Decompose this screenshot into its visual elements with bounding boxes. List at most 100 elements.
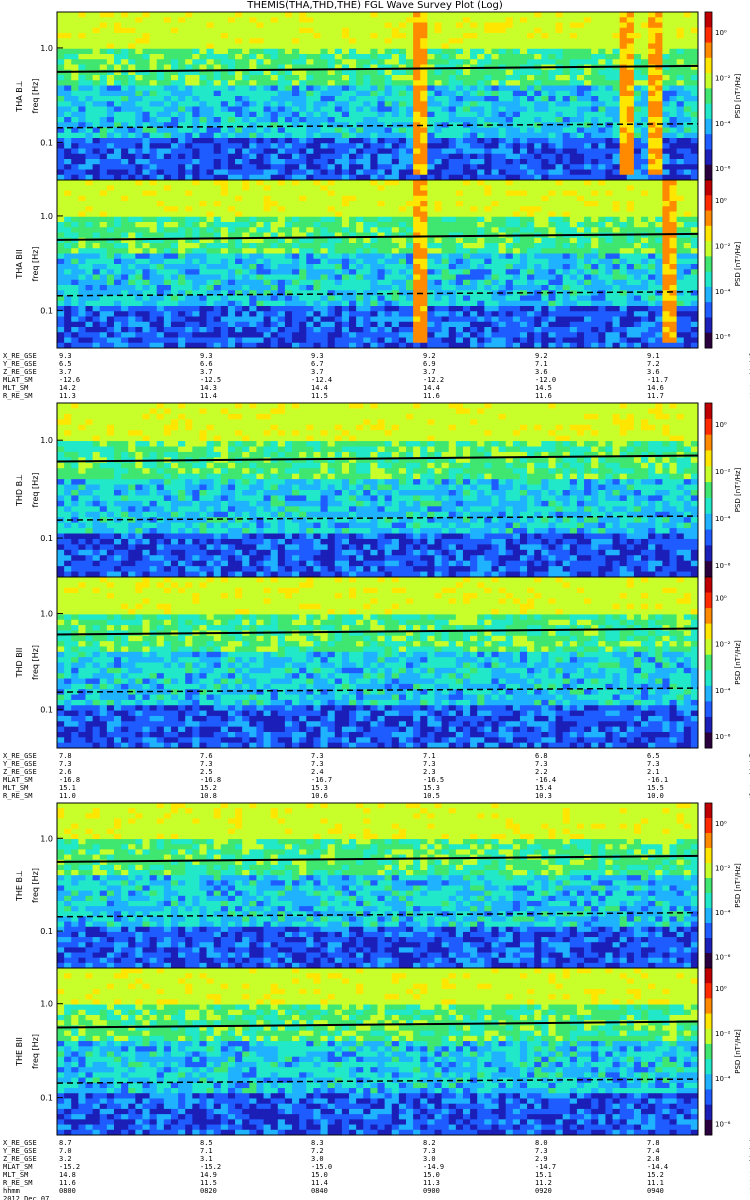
spectrogram-cell (78, 54, 86, 60)
spectrogram-cell (92, 232, 101, 239)
spectrogram-cell (220, 90, 229, 97)
spectrogram-cell (313, 143, 321, 149)
spectrogram-cell (505, 143, 514, 149)
spectrogram-cell (292, 159, 300, 165)
spectrogram-cell (405, 264, 414, 270)
spectrogram-cell (249, 22, 257, 29)
spectrogram-cell (149, 201, 158, 207)
spectrogram-cell (256, 164, 264, 170)
spectrogram-cell (192, 111, 200, 118)
spectrogram-cell (455, 201, 464, 207)
spectrogram-cell (306, 258, 314, 265)
spectrogram-cell (92, 17, 101, 23)
spectrogram-cell (462, 80, 471, 86)
spectrogram-cell (306, 164, 314, 170)
spectrogram-cell (512, 48, 521, 55)
spectrogram-cell (142, 216, 150, 223)
spectrogram-cell (541, 111, 549, 118)
spectrogram-cell (85, 27, 94, 34)
spectrogram-cell (619, 269, 628, 275)
spectrogram-cell (113, 64, 122, 71)
spectrogram-cell (349, 122, 357, 128)
spectrogram-cell (641, 59, 649, 65)
spectrogram-cell (477, 206, 485, 212)
spectrogram-cell (377, 222, 386, 228)
spectrogram-cell (626, 243, 635, 249)
spectrogram-cell (135, 22, 143, 29)
spectrogram-cell (477, 285, 485, 291)
spectrogram-cell (384, 127, 393, 134)
spectrogram-cell (85, 159, 94, 165)
spectrogram-cell (349, 148, 357, 155)
spectrogram-cell (555, 206, 564, 212)
spectrogram-cell (199, 222, 207, 228)
spectrogram-cell (662, 227, 670, 233)
spectrogram-cell (235, 75, 243, 81)
spectrogram-cell (427, 190, 435, 197)
spectrogram-cell (256, 127, 264, 134)
spectrogram-cell (683, 227, 692, 233)
spectrogram-cell (57, 54, 65, 60)
spectrogram-cell (149, 111, 158, 118)
spectrogram-cell (377, 80, 386, 86)
spectrogram-cell (256, 38, 264, 44)
spectrogram-cell (334, 111, 343, 118)
spectrogram-cell (356, 269, 364, 275)
spectrogram-cell (206, 243, 215, 249)
spectrogram-cell (420, 279, 428, 286)
spectrogram-cell (142, 185, 150, 191)
spectrogram-cell (384, 101, 393, 107)
spectrogram-cell (576, 111, 585, 118)
spectrogram-cell (491, 243, 499, 249)
spectrogram-cell (334, 285, 343, 291)
spectrogram-cell (413, 195, 421, 202)
spectrogram-cell (519, 85, 528, 92)
spectrogram-cell (156, 274, 165, 281)
spectrogram-cell (206, 138, 215, 144)
spectrogram-cell (199, 201, 207, 207)
spectrogram-cell (306, 290, 314, 296)
spectrogram-cell (121, 243, 129, 249)
spectrogram-cell (448, 258, 457, 265)
spectrogram-cell (363, 185, 371, 191)
spectrogram-cell (71, 148, 79, 155)
spectrogram-cell (619, 180, 628, 186)
spectrogram-cell (135, 75, 143, 81)
spectrogram-cell (591, 127, 599, 134)
spectrogram-cell (662, 153, 670, 160)
spectrogram-cell (128, 243, 136, 249)
spectrogram-cell (498, 164, 507, 170)
spectrogram-cell (626, 269, 635, 275)
spectrogram-cell (341, 54, 350, 60)
spectrogram-cell (619, 243, 628, 249)
spectrogram-cell (199, 248, 207, 254)
spectrogram-cell (178, 211, 186, 218)
spectrogram-cell (534, 237, 542, 244)
spectrogram-cell (633, 243, 642, 249)
spectrogram-cell (227, 195, 236, 202)
spectrogram-cell (676, 80, 685, 86)
spectrogram-cell (448, 75, 457, 81)
spectrogram-cell (128, 201, 136, 207)
spectrogram-cell (612, 122, 621, 128)
spectrogram-cell (683, 127, 692, 134)
spectrogram-cell (569, 279, 578, 286)
spectrogram-cell (427, 143, 435, 149)
spectrogram-cell (584, 138, 592, 144)
spectrogram-cell (619, 38, 628, 44)
spectrogram-cell (263, 127, 272, 134)
spectrogram-cell (213, 295, 222, 302)
spectrogram-cell (455, 96, 464, 102)
spectrogram-cell (690, 279, 699, 286)
spectrogram-cell (178, 295, 186, 302)
spectrogram-cell (427, 222, 435, 228)
spectrogram-cell (462, 159, 471, 165)
spectrogram-cell (163, 253, 172, 260)
spectrogram-cell (448, 274, 457, 281)
spectrogram-cell (384, 243, 393, 249)
spectrogram-cell (391, 164, 400, 170)
spectrogram-cell (121, 216, 129, 223)
spectrogram-cell (562, 132, 571, 139)
spectrogram-cell (391, 264, 400, 270)
spectrogram-cell (655, 127, 663, 134)
